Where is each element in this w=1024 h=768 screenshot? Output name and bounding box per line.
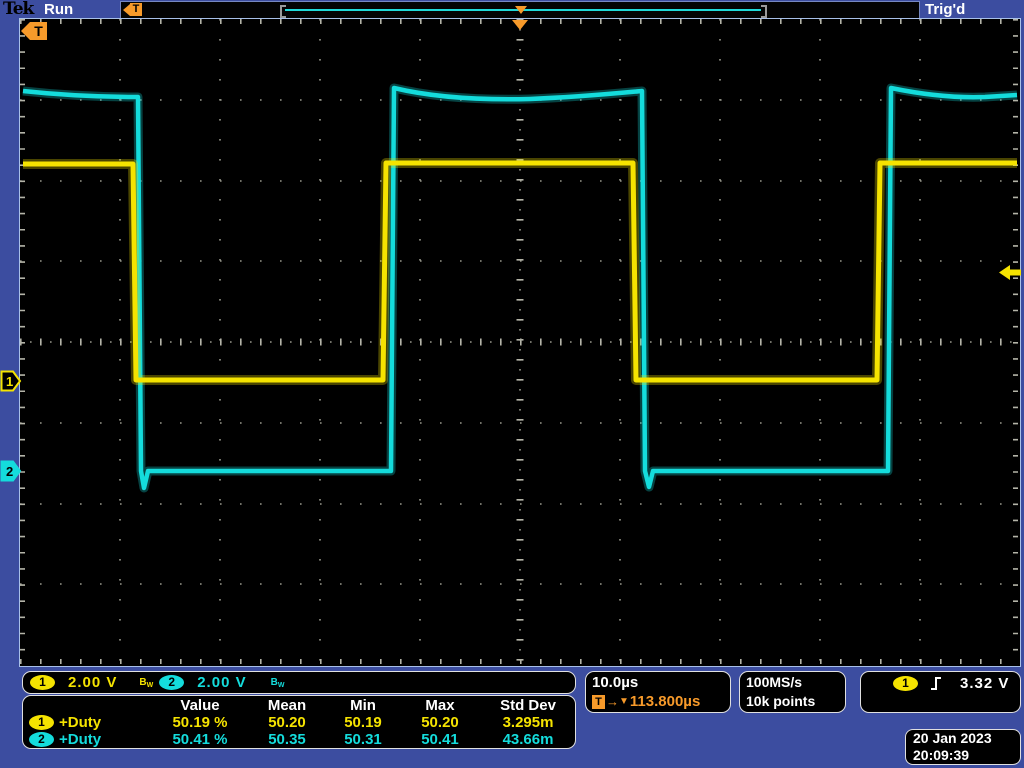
trigger-level: 3.32 V [960, 675, 1009, 692]
meas-corner-blank [27, 697, 151, 714]
acquisition-state-label: Run [44, 0, 73, 19]
meas-row2-max: 50.41 [401, 731, 479, 748]
channel-readout-bar[interactable]: 1 2.00 V BW 2 2.00 V BW [22, 671, 576, 694]
meas-row1-name: +Duty [59, 714, 101, 731]
datetime-readout: 20 Jan 2023 20:09:39 [905, 729, 1021, 765]
sample-rate: 100MS/s [746, 673, 845, 692]
arrow-right-icon: → [606, 692, 619, 711]
trigger-source-badge: 1 [893, 676, 918, 691]
timebase-scale: 10.0µs [592, 673, 730, 692]
window-bracket-left-icon [280, 5, 286, 18]
meas-header-value: Value [151, 697, 249, 714]
top-status-bar: Tek Run T Trig'd [0, 0, 1024, 19]
meas-row2-min: 50.31 [325, 731, 401, 748]
triangle-down-icon: ▼ [619, 692, 629, 711]
acquisition-readout[interactable]: 100MS/s 10k points [739, 671, 846, 713]
ch1-badge: 1 [29, 715, 54, 730]
trigger-status-label: Trig'd [925, 0, 965, 19]
trigger-t-badge: T [592, 695, 605, 709]
meas-header-stddev: Std Dev [479, 697, 577, 714]
rising-edge-icon [930, 676, 942, 691]
delay-value: 113.800µs [630, 692, 700, 711]
meas-row2-name: +Duty [59, 731, 101, 748]
arrow-left-icon [123, 4, 130, 16]
ch1-position-marker[interactable]: 1 [0, 370, 22, 392]
meas-row1-min: 50.19 [325, 714, 401, 731]
meas-row1-mean: 50.20 [249, 714, 325, 731]
measurements-panel: Value Mean Min Max Std Dev 1 +Duty 50.19… [22, 695, 576, 749]
meas-header-mean: Mean [249, 697, 325, 714]
trigger-t-badge: T [130, 3, 142, 16]
arrow-left-icon [21, 22, 30, 40]
ch2-badge[interactable]: 2 [159, 675, 184, 690]
record-length: 10k points [746, 692, 845, 711]
trigger-readout[interactable]: 1 3.32 V [860, 671, 1021, 713]
meas-row1-stddev: 3.295m [479, 714, 577, 731]
record-view-strip: T [120, 1, 920, 19]
meas-header-max: Max [401, 697, 479, 714]
ch2-waveform [23, 88, 1017, 488]
timebase-delay: T → ▼ 113.800µs [592, 692, 730, 711]
ch2-position-marker[interactable]: 2 [0, 460, 22, 482]
ch1-waveform [23, 163, 1017, 380]
meas-header-min: Min [325, 697, 401, 714]
ch2-badge: 2 [29, 732, 54, 747]
ch1-badge[interactable]: 1 [30, 675, 55, 690]
meas-row1-max: 50.20 [401, 714, 479, 731]
ch2-scale: 2.00 V [197, 674, 246, 691]
tek-logo: Tek [3, 0, 33, 19]
graticule-and-waveforms [20, 19, 1018, 664]
oscilloscope-screen: { "header": { "logo": "Tek", "acq_state"… [0, 0, 1024, 768]
trigger-position-icon [515, 6, 527, 14]
window-bracket-right-icon [761, 5, 767, 18]
ch2-bandwidth-icon: BW [271, 677, 285, 689]
waveform-display: T [19, 18, 1021, 667]
ch1-marker-label: 1 [6, 374, 13, 389]
meas-row1-label: 1 +Duty [27, 714, 151, 731]
meas-row1-value: 50.19 % [151, 714, 249, 731]
ch1-scale: 2.00 V [68, 674, 117, 691]
trigger-offscreen-flag[interactable]: T [21, 24, 47, 37]
meas-row2-label: 2 +Duty [27, 731, 151, 748]
meas-row2-mean: 50.35 [249, 731, 325, 748]
timebase-readout[interactable]: 10.0µs T → ▼ 113.800µs [585, 671, 731, 713]
meas-row2-value: 50.41 % [151, 731, 249, 748]
trigger-level-arrow[interactable] [999, 265, 1021, 280]
meas-row2-stddev: 43.66m [479, 731, 577, 748]
graticule-ticks [20, 19, 1018, 664]
graticule-grid [20, 19, 1018, 664]
time-label: 20:09:39 [913, 747, 1020, 764]
trigger-time-flag-icon: T [123, 3, 142, 16]
trigger-t-badge: T [30, 22, 47, 40]
trigger-position-triangle[interactable] [512, 20, 528, 30]
date-label: 20 Jan 2023 [913, 730, 1020, 747]
ch2-marker-label: 2 [6, 464, 13, 479]
ch1-bandwidth-icon: BW [139, 677, 153, 689]
